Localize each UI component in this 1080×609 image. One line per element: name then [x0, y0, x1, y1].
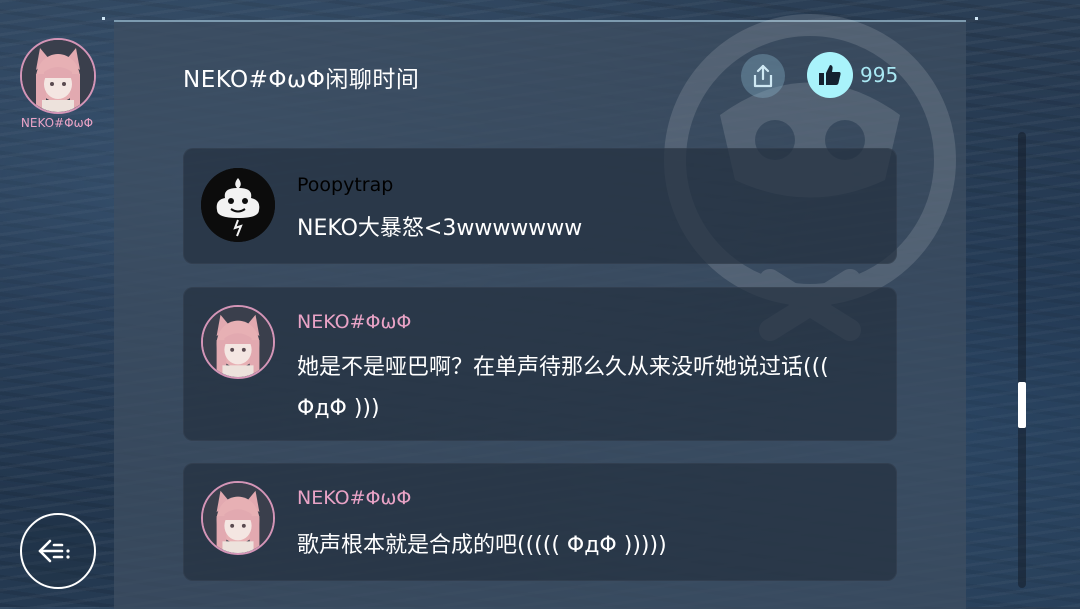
scrollbar-track[interactable]: [1018, 132, 1026, 588]
back-button[interactable]: [20, 513, 96, 589]
neko-avatar-icon: [203, 483, 273, 553]
message-card[interactable]: Poopytrap NEKO大暴怒<3wwwwwww: [183, 148, 897, 264]
scrollbar-thumb[interactable]: [1018, 382, 1026, 428]
back-arrow-icon: [38, 539, 70, 563]
message-username: Poopytrap: [297, 174, 394, 196]
user-avatar[interactable]: [201, 168, 275, 242]
like-count: 995: [860, 63, 899, 87]
channel-avatar[interactable]: [20, 38, 96, 114]
thumbs-up-icon: [819, 65, 841, 85]
message-text: 歌声根本就是合成的吧((((( ΦдΦ ))))): [297, 533, 667, 558]
user-avatar[interactable]: [201, 481, 275, 555]
page-title: NEKO#ΦωΦ闲聊时间: [183, 67, 420, 93]
poop-avatar-icon: [201, 168, 275, 242]
message-text: 她是不是哑巴啊？在单声待那么久从来没听她说过话((( ΦдΦ ))): [297, 355, 829, 421]
share-button[interactable]: [741, 54, 785, 98]
like-button[interactable]: [807, 52, 853, 98]
neko-avatar-icon: [203, 307, 273, 377]
user-avatar[interactable]: [201, 305, 275, 379]
share-icon: [753, 64, 773, 88]
neko-avatar-icon: [22, 40, 94, 112]
decor-dot: [102, 17, 105, 20]
message-text: NEKO大暴怒<3wwwwwww: [297, 216, 583, 241]
decor-dot: [975, 17, 978, 20]
message-card[interactable]: NEKO#ΦωΦ 歌声根本就是合成的吧((((( ΦдΦ ))))): [183, 463, 897, 581]
channel-name: NEKO#ΦωΦ: [20, 116, 94, 130]
message-username: NEKO#ΦωΦ: [297, 311, 412, 333]
message-username: NEKO#ΦωΦ: [297, 487, 412, 509]
message-card[interactable]: NEKO#ΦωΦ 她是不是哑巴啊？在单声待那么久从来没听她说过话((( ΦдΦ …: [183, 287, 897, 441]
